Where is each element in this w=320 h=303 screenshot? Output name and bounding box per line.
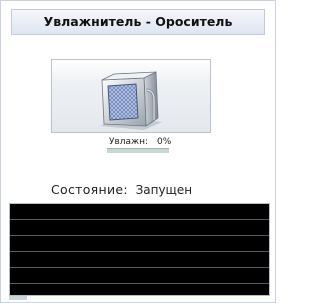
- window-title: Увлажнитель - Ороситель: [11, 9, 265, 35]
- log-list[interactable]: [9, 203, 270, 296]
- log-scroll-indicator: [9, 296, 27, 300]
- log-row[interactable]: [10, 268, 269, 284]
- humidifier-panel: Увлажнитель - Ороситель Увлажн: 0% Состо…: [0, 0, 276, 303]
- humidifier-icon: [100, 71, 162, 130]
- log-row[interactable]: [10, 220, 269, 236]
- status-row: Состояние: Запущен: [51, 182, 192, 200]
- device-image-frame: [51, 59, 211, 133]
- humidity-progress-bar: [107, 148, 169, 153]
- status-value: Запущен: [135, 183, 193, 197]
- status-label: Состояние:: [51, 182, 128, 197]
- log-row[interactable]: [10, 284, 269, 295]
- log-row[interactable]: [10, 252, 269, 268]
- humidity-label: Увлажн:: [109, 137, 149, 147]
- log-row[interactable]: [10, 236, 269, 252]
- humidity-value: 0%: [157, 137, 172, 147]
- log-row[interactable]: [10, 204, 269, 220]
